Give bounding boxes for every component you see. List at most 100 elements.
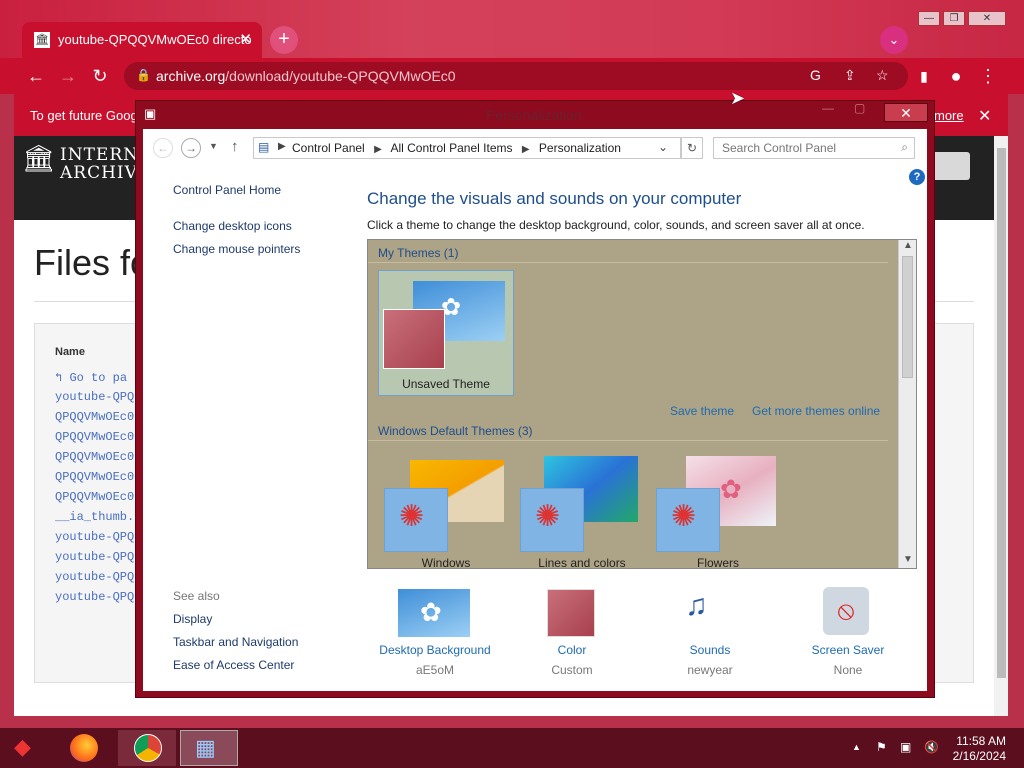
browser-tab[interactable]: 🏛 youtube-QPQQVMwOEc0 directo ✕ [22,22,262,58]
get-more-themes-link[interactable]: Get more themes online [752,404,880,418]
desktop-background-link[interactable]: Desktop Background [369,643,501,657]
profile-avatar-icon[interactable]: ● [944,64,968,88]
taskbar-clock[interactable]: 11:58 AM 2/16/2024 [948,734,1006,764]
desktop-background-icon[interactable]: ✿ [398,589,470,637]
display-link[interactable]: Display [173,612,212,626]
sounds-icon[interactable]: ♫ [685,589,708,623]
start-button[interactable]: ◆ [0,730,58,766]
page-title: Files fo [34,242,151,283]
color-link[interactable]: Color [523,643,621,657]
new-tab-button[interactable]: + [270,26,298,54]
forward-icon[interactable]: → [56,64,80,88]
tray-overflow-icon[interactable]: ▲ [852,742,861,752]
list-item[interactable]: youtube-QPQ [55,390,134,404]
scrollbar-thumb[interactable] [902,256,913,378]
page-scrollbar[interactable] [994,136,1008,716]
taskbar-firefox[interactable] [58,730,116,766]
search-icon[interactable]: ⌕ [901,140,908,155]
windows-theme-tile[interactable]: ✺ [384,488,448,552]
sounds-value: newyear [687,663,733,677]
list-item[interactable]: QPQQVMwOEc0 [55,430,134,444]
list-item[interactable]: youtube-QPQ [55,550,134,564]
cp-forward-icon[interactable]: → [181,138,201,158]
list-item[interactable]: QPQQVMwOEc0 [55,470,134,484]
color-swatch-icon[interactable] [547,589,595,637]
sounds-link[interactable]: Sounds [661,643,759,657]
minimize-button[interactable]: — [918,11,940,26]
reload-icon[interactable]: ↻ [88,64,112,88]
list-item[interactable]: QPQQVMwOEc0 [55,490,134,504]
change-mouse-pointers-link[interactable]: Change mouse pointers [173,242,300,256]
list-item[interactable]: youtube-QPQ [55,530,134,544]
share-icon[interactable]: ⇪ [844,67,856,84]
list-item[interactable]: __ia_thumb. [55,510,134,524]
screen-saver-link[interactable]: Screen Saver [793,643,903,657]
action-center-flag-icon[interactable]: ⚑ [876,740,887,754]
personalization-window: ▣ Personalization — ▢ ✕ ← → ▼ ↑ ▤ ▶ Cont… [135,100,935,698]
cp-maximize-button[interactable]: ▢ [854,101,865,115]
tab-search-chevron-icon[interactable]: ⌄ [880,26,908,54]
info-bar-link[interactable]: more [934,108,964,123]
menu-kebab-icon[interactable]: ⋮ [976,64,1000,88]
volume-muted-icon[interactable]: 🔇 [924,740,939,754]
taskbar-chrome[interactable] [118,730,176,766]
change-desktop-icons-link[interactable]: Change desktop icons [173,219,292,233]
archive-logo[interactable]: 🏛 INTERN ARCHIVE [22,146,151,182]
google-icon[interactable]: G [810,67,821,83]
address-bar[interactable]: 🔒 archive.org/download/youtube-QPQQVMwOE… [124,62,908,90]
refresh-icon[interactable]: ↻ [681,137,703,159]
breadcrumb-item[interactable]: Control Panel [292,141,365,155]
close-window-button[interactable]: ✕ [968,11,1006,26]
back-icon[interactable]: ← [24,64,48,88]
breadcrumb-item[interactable]: Personalization [539,141,621,155]
maximize-button[interactable]: ❐ [943,11,965,26]
side-panel-icon[interactable]: ▮ [912,64,936,88]
taskbar-control-panel[interactable]: ▦ [180,730,238,766]
list-item[interactable]: youtube-QPQ [55,570,134,584]
scrollbar-thumb[interactable] [997,148,1006,678]
theme-label: Flowers [696,556,739,570]
lines-colors-theme-tile[interactable]: ✺ [520,488,584,552]
url-path: /download/youtube-QPQQVMwOEc0 [225,68,456,84]
cp-address-bar[interactable]: ▤ ▶ Control Panel ▶ All Control Panel It… [253,137,681,159]
temple-icon: 🏛 [22,144,57,174]
bookmark-star-icon[interactable]: ☆ [876,67,889,84]
theme-list: My Themes (1) ✿ Unsaved Theme Save theme… [367,239,917,570]
list-item[interactable]: youtube-QPQ [55,590,134,604]
network-icon[interactable]: ▣ [900,740,911,754]
divider [368,440,888,441]
taskbar-navigation-link[interactable]: Taskbar and Navigation [173,635,298,649]
unsaved-theme-label: Unsaved Theme [402,377,490,391]
up-icon[interactable]: ↑ [231,138,239,155]
name-column-header[interactable]: Name [55,346,85,358]
list-item[interactable]: QPQQVMwOEc0 [55,410,134,424]
color-fan-icon: ✺ [535,500,561,533]
cp-close-button[interactable]: ✕ [884,103,928,122]
control-panel-icon: ▤ [258,140,270,154]
help-icon[interactable]: ? [909,169,925,185]
address-dropdown-icon[interactable]: ⌄ [658,140,668,154]
breadcrumb-item[interactable]: All Control Panel Items [390,141,512,155]
scroll-up-icon[interactable]: ▲ [903,240,913,251]
tab-close-icon[interactable]: ✕ [239,30,252,48]
flowers-theme-tile[interactable]: ✺ [656,488,720,552]
recent-pages-chevron-icon[interactable]: ▼ [209,141,218,151]
theme-label: Windows [421,556,471,570]
taskbar: ◆ ▦ ▲ ⚑ ▣ 🔇 11:58 AM 2/16/2024 [0,728,1024,768]
list-item[interactable]: ↰ Go to pa [55,370,127,385]
unsaved-theme-tile[interactable]: ✿ Unsaved Theme [378,270,514,396]
search-control-panel-input[interactable]: Search Control Panel ⌕ [713,137,915,159]
screen-saver-icon[interactable]: ⦸ [823,587,869,635]
cp-back-icon[interactable]: ← [153,138,173,158]
control-panel-home-link[interactable]: Control Panel Home [173,183,281,197]
save-theme-link[interactable]: Save theme [670,404,734,418]
cp-minimize-button[interactable]: — [822,101,834,115]
firefox-icon [70,734,98,762]
theme-list-scrollbar[interactable]: ▲ ▼ [898,240,916,568]
ease-of-access-link[interactable]: Ease of Access Center [173,658,294,672]
info-bar-close-icon[interactable]: ✕ [978,106,991,126]
flower-icon: ✿ [720,474,742,504]
scroll-down-icon[interactable]: ▼ [903,554,913,565]
color-fan-icon: ✺ [671,500,697,533]
list-item[interactable]: QPQQVMwOEc0 [55,450,134,464]
